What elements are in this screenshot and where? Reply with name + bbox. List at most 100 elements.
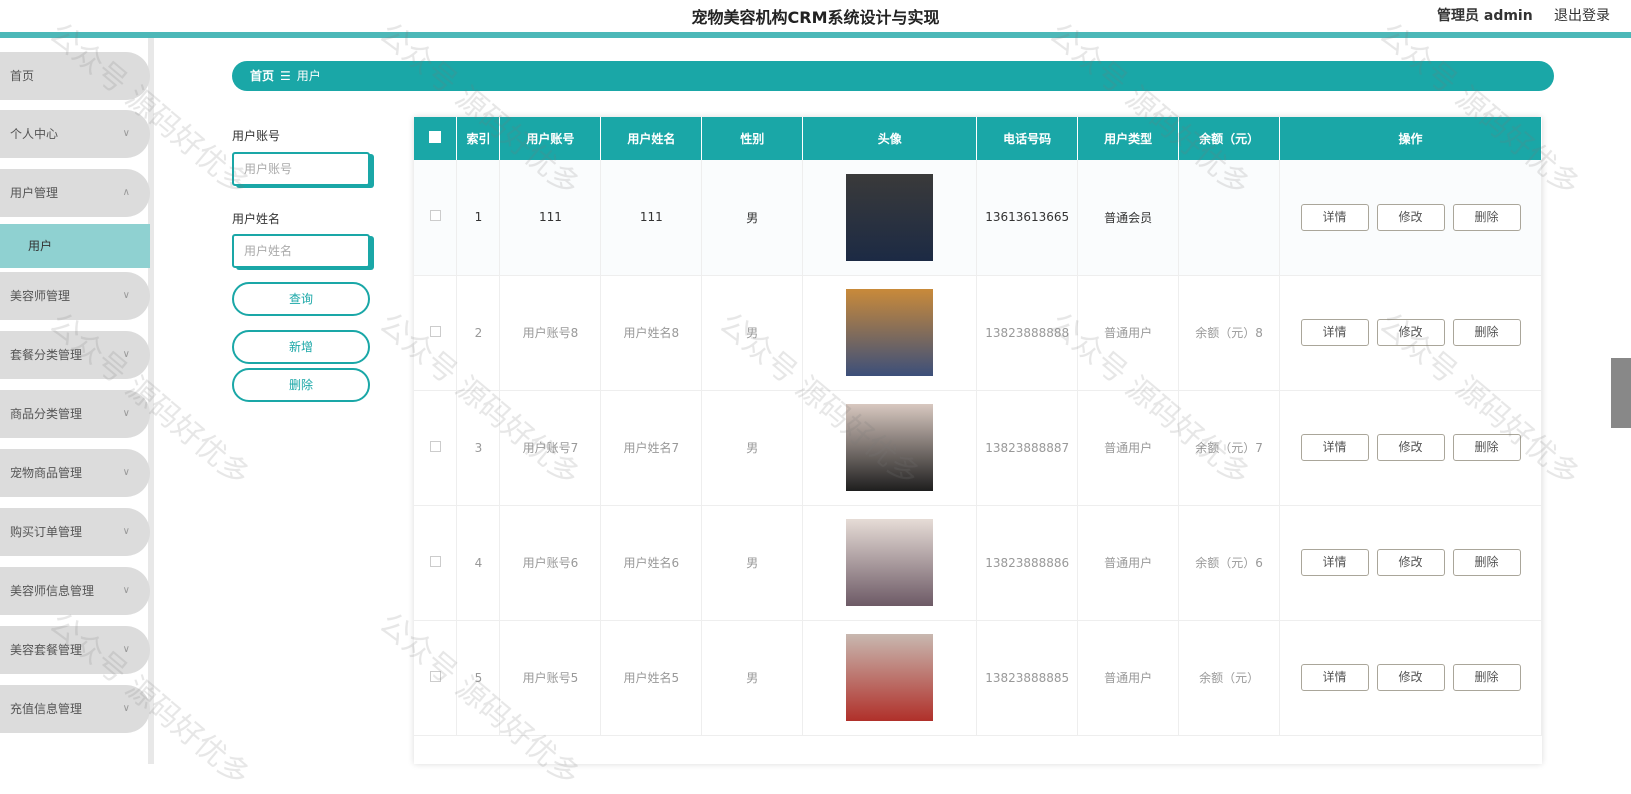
avatar	[846, 404, 934, 491]
table-row[interactable]: 2 用户账号8 用户姓名8 男 13823888888 普通用户 余额（元）8 …	[414, 275, 1542, 391]
sidebar-item-beauty-packages[interactable]: 美容套餐管理 ∨	[0, 626, 150, 674]
chevron-down-icon: ∨	[122, 703, 130, 714]
column-header: 性别	[701, 117, 804, 160]
sidebar-item-purchase-orders[interactable]: 购买订单管理 ∨	[0, 508, 150, 556]
detail-button[interactable]: 详情	[1300, 434, 1369, 461]
edit-button[interactable]: 修改	[1376, 664, 1445, 691]
sidebar-item-recharge-info[interactable]: 充值信息管理 ∨	[0, 685, 150, 733]
table-row[interactable]: 3 用户账号7 用户姓名7 男 13823888887 普通用户 余额（元）7 …	[414, 390, 1542, 506]
balance-cell: 余额（元）8	[1178, 275, 1281, 391]
row-checkbox[interactable]	[429, 210, 441, 222]
detail-button[interactable]: 详情	[1300, 549, 1369, 576]
delete-button[interactable]: 删除	[1452, 664, 1521, 691]
sidebar-item-beautician-info[interactable]: 美容师信息管理 ∨	[0, 567, 150, 615]
phone-cell: 13613613665	[976, 160, 1079, 276]
row-checkbox-cell	[414, 160, 458, 276]
row-checkbox[interactable]	[429, 440, 441, 452]
sidebar-item-label: 套餐分类管理	[10, 348, 83, 362]
gender-cell: 男	[701, 275, 804, 391]
checkbox-icon[interactable]	[429, 131, 442, 143]
chevron-up-icon: ∧	[122, 187, 130, 198]
detail-button[interactable]: 详情	[1300, 664, 1369, 691]
phone-cell: 13823888885	[976, 620, 1079, 736]
delete-button[interactable]: 删除	[1452, 549, 1521, 576]
chevron-down-icon: ∨	[122, 644, 130, 655]
chevron-down-icon: ∨	[122, 467, 130, 478]
sidebar-item-label: 充值信息管理	[10, 702, 83, 716]
row-checkbox[interactable]	[429, 670, 441, 682]
delete-button[interactable]: 删除	[1452, 319, 1521, 346]
table-row[interactable]: 5 用户账号5 用户姓名5 男 13823888885 普通用户 余额（元） 详…	[414, 620, 1542, 736]
edit-button[interactable]: 修改	[1376, 549, 1445, 576]
detail-button[interactable]: 详情	[1300, 203, 1369, 231]
sidebar-item-label: 美容师管理	[10, 289, 71, 303]
edit-button[interactable]: 修改	[1376, 434, 1445, 461]
sidebar-item-user-management[interactable]: 用户管理 ∧	[0, 169, 150, 217]
sidebar-item-pet-products[interactable]: 宠物商品管理 ∨	[0, 449, 150, 497]
table-row[interactable]: 4 用户账号6 用户姓名6 男 13823888886 普通用户 余额（元）6 …	[414, 505, 1542, 621]
balance-cell	[1178, 160, 1281, 276]
actions-cell: 详情 修改 删除	[1279, 275, 1542, 391]
user-table: 索引 用户账号 用户姓名 性别 头像 电话号码 用户类型 余额（元） 操作 1 …	[414, 117, 1542, 764]
avatar	[846, 173, 934, 261]
phone-cell: 13823888887	[976, 390, 1079, 506]
balance-cell: 余额（元）6	[1178, 505, 1281, 621]
column-header: 头像	[802, 117, 978, 160]
account-search-input[interactable]	[232, 152, 370, 186]
select-all-checkbox[interactable]	[414, 117, 458, 160]
row-checkbox-cell	[414, 505, 458, 621]
breadcrumb-current: 用户	[296, 69, 321, 83]
name-label: 用户姓名	[232, 212, 281, 226]
type-cell: 普通用户	[1077, 390, 1180, 506]
row-checkbox[interactable]	[429, 555, 441, 567]
delete-button[interactable]: 删除	[1452, 203, 1521, 231]
chevron-down-icon: ∨	[122, 290, 130, 301]
sidebar-item-product-category[interactable]: 商品分类管理 ∨	[0, 390, 150, 438]
index-cell: 3	[456, 390, 501, 506]
index-cell: 4	[456, 505, 501, 621]
batch-delete-button[interactable]: 删除	[232, 368, 370, 402]
page-scrollbar[interactable]	[1611, 358, 1631, 428]
actions-cell: 详情 修改 删除	[1279, 505, 1542, 621]
sidebar-item-personal-center[interactable]: 个人中心 ∨	[0, 110, 150, 158]
balance-cell: 余额（元）7	[1178, 390, 1281, 506]
sidebar-item-label: 美容师信息管理	[10, 584, 95, 598]
avatar	[846, 519, 934, 606]
account-label: 用户账号	[232, 129, 281, 143]
row-checkbox-cell	[414, 275, 458, 391]
column-header: 用户类型	[1077, 117, 1180, 160]
sidebar-subitem-user[interactable]: 用户	[0, 224, 150, 268]
actions-cell: 详情 修改 删除	[1279, 160, 1542, 276]
query-button[interactable]: 查询	[232, 282, 370, 316]
sidebar-item-beautician-management[interactable]: 美容师管理 ∨	[0, 272, 150, 320]
avatar	[846, 289, 934, 376]
avatar-cell	[802, 390, 978, 506]
sidebar-item-home[interactable]: 首页	[0, 52, 150, 100]
edit-button[interactable]: 修改	[1376, 203, 1445, 231]
breadcrumb-home[interactable]: 首页	[250, 69, 274, 83]
name-search-input[interactable]	[232, 234, 370, 268]
edit-button[interactable]: 修改	[1376, 319, 1445, 346]
add-button[interactable]: 新增	[232, 330, 370, 364]
name-cell: 用户姓名8	[600, 275, 703, 391]
account-cell: 用户账号7	[499, 390, 602, 506]
column-header: 用户姓名	[600, 117, 703, 160]
row-checkbox[interactable]	[429, 325, 441, 337]
account-cell: 用户账号8	[499, 275, 602, 391]
detail-button[interactable]: 详情	[1300, 319, 1369, 346]
gender-cell: 男	[701, 505, 804, 621]
column-header: 用户账号	[499, 117, 602, 160]
delete-button[interactable]: 删除	[1452, 434, 1521, 461]
table-row[interactable]: 1 111 111 男 13613613665 普通会员 详情 修改 删除	[414, 160, 1542, 276]
avatar-cell	[802, 160, 978, 276]
logout-link[interactable]: 退出登录	[1554, 5, 1610, 25]
name-cell: 111	[600, 160, 703, 276]
avatar-cell	[802, 620, 978, 736]
column-header: 操作	[1279, 117, 1542, 160]
chevron-down-icon: ∨	[122, 408, 130, 419]
account-cell: 用户账号5	[499, 620, 602, 736]
gender-cell: 男	[701, 390, 804, 506]
actions-cell: 详情 修改 删除	[1279, 620, 1542, 736]
avatar-cell	[802, 505, 978, 621]
sidebar-item-package-category[interactable]: 套餐分类管理 ∨	[0, 331, 150, 379]
